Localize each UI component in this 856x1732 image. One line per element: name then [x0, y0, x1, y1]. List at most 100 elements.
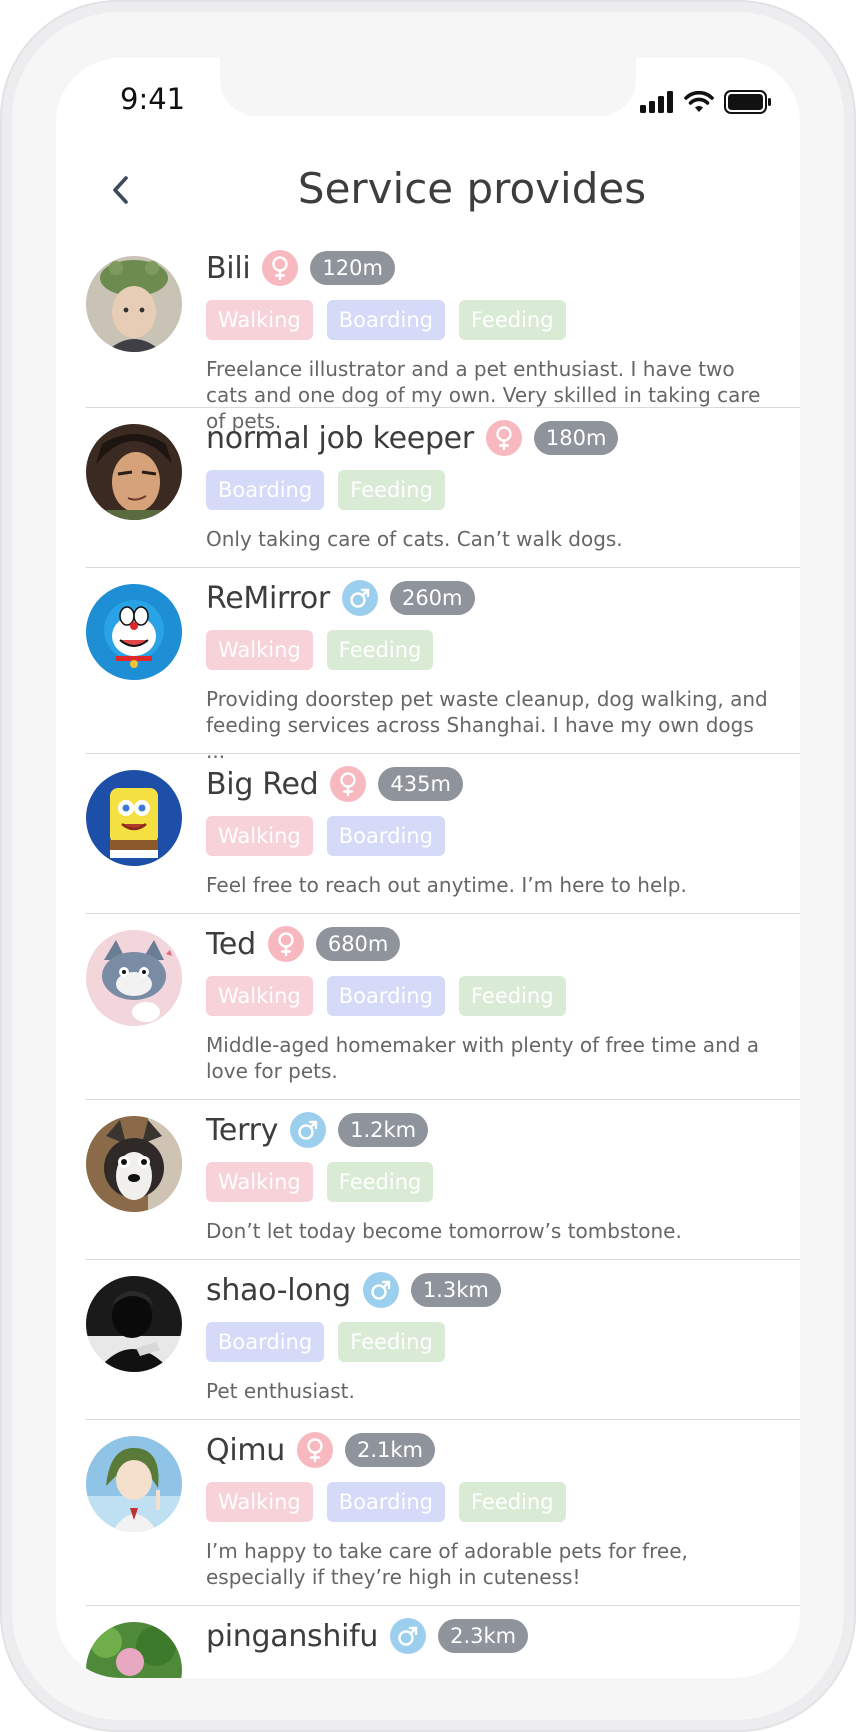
provider-name: Ted — [206, 926, 256, 962]
provider-description: Only taking care of cats. Can’t walk dog… — [206, 527, 623, 551]
male-icon — [390, 1618, 427, 1654]
name-row: Bili 120m — [206, 246, 800, 290]
female-icon — [485, 420, 522, 456]
provider-description: Don’t let today become tomorrow’s tombst… — [206, 1219, 682, 1243]
name-row: shao-long 1.3km — [206, 1268, 800, 1312]
status-time: 9:41 — [120, 82, 186, 116]
provider-name: pinganshifu — [206, 1618, 379, 1654]
provider-card[interactable]: Terry 1.2km Walking Feeding Don’t let to… — [86, 1100, 800, 1260]
notch — [220, 58, 636, 116]
service-tags: Walking Feeding — [206, 630, 800, 670]
tag-walking: Walking — [206, 976, 313, 1016]
tag-feeding: Feeding — [458, 976, 566, 1016]
avatar — [86, 1622, 182, 1678]
service-tags: Walking Boarding Feeding — [206, 300, 800, 340]
tag-feeding: Feeding — [338, 470, 445, 510]
service-tags: Walking Feeding — [206, 1162, 800, 1202]
avatar — [86, 256, 182, 352]
avatar — [86, 424, 182, 520]
female-icon — [330, 766, 367, 802]
tag-boarding: Boarding — [206, 1322, 325, 1362]
provider-description: Feel free to reach out anytime. I’m here… — [206, 873, 687, 897]
distance-badge: 2.3km — [438, 1619, 529, 1653]
tag-boarding: Boarding — [326, 976, 445, 1016]
name-row: Big Red 435m — [206, 762, 800, 806]
tag-feeding: Feeding — [458, 1482, 566, 1522]
female-icon — [297, 1432, 333, 1468]
name-row: Terry 1.2km — [206, 1108, 800, 1152]
provider-name: Bili — [206, 250, 251, 286]
distance-badge: 260m — [389, 581, 475, 615]
avatar — [86, 1116, 182, 1212]
page-title: Service provides — [297, 164, 647, 213]
distance-badge: 2.1km — [345, 1433, 436, 1467]
provider-name: Terry — [206, 1112, 279, 1148]
name-row: normal job keeper 180m — [206, 416, 800, 460]
tag-feeding: Feeding — [458, 300, 566, 340]
signal-icon — [640, 91, 673, 113]
tag-walking: Walking — [206, 816, 313, 856]
name-row: Qimu 2.1km — [206, 1428, 800, 1472]
tag-boarding: Boarding — [326, 300, 445, 340]
tag-boarding: Boarding — [206, 470, 325, 510]
provider-card[interactable]: normal job keeper 180m Boarding Feeding … — [86, 408, 800, 568]
distance-badge: 1.3km — [410, 1273, 501, 1307]
avatar — [86, 584, 182, 680]
name-row: Ted 680m — [206, 922, 800, 966]
female-icon — [262, 250, 299, 286]
provider-info: Bili 120m Walking Boarding Feeding Freel… — [206, 238, 800, 434]
service-tags: Boarding Feeding — [206, 1322, 800, 1362]
provider-list: Bili 120m Walking Boarding Feeding Freel… — [86, 238, 800, 1678]
service-tags: Boarding Feeding — [206, 470, 800, 510]
tag-walking: Walking — [206, 1482, 313, 1522]
tag-feeding: Feeding — [338, 1322, 445, 1362]
avatar — [86, 930, 182, 1026]
name-row: ReMirror 260m — [206, 576, 800, 620]
service-tags: Walking Boarding Feeding — [206, 976, 800, 1016]
provider-description: Providing doorstep pet waste cleanup, do… — [206, 687, 768, 763]
provider-info: ReMirror 260m Walking Feeding Providing … — [206, 568, 800, 764]
tag-walking: Walking — [206, 300, 313, 340]
provider-info: Big Red 435m Walking Boarding Feel free … — [206, 754, 800, 898]
distance-badge: 435m — [378, 767, 463, 801]
avatar — [86, 770, 182, 866]
distance-badge: 120m — [310, 251, 395, 285]
wifi-icon — [684, 91, 714, 112]
provider-info: Qimu 2.1km Walking Boarding Feeding I’m … — [206, 1420, 800, 1590]
tag-walking: Walking — [206, 1162, 313, 1202]
provider-card[interactable]: Ted 680m Walking Boarding Feeding Middle… — [86, 914, 800, 1100]
male-icon — [290, 1112, 327, 1148]
status-icons — [640, 90, 772, 114]
provider-card[interactable]: ReMirror 260m Walking Feeding Providing … — [86, 568, 800, 763]
provider-card[interactable]: shao-long 1.3km Boarding Feeding Pet ent… — [86, 1260, 800, 1420]
provider-name: Qimu — [206, 1432, 285, 1468]
tag-walking: Walking — [206, 630, 313, 670]
male-icon — [341, 580, 378, 616]
provider-description: I’m happy to take care of adorable pets … — [206, 1539, 688, 1589]
provider-name: Big Red — [206, 766, 319, 802]
distance-badge: 680m — [315, 927, 401, 961]
avatar — [86, 1276, 182, 1372]
app-screen: 9:41 Service provides Bili 120m Walking … — [56, 58, 800, 1678]
tag-boarding: Boarding — [326, 1482, 445, 1522]
name-row: pinganshifu 2.3km — [206, 1614, 800, 1658]
provider-card[interactable]: Bili 120m Walking Boarding Feeding Freel… — [86, 238, 800, 433]
provider-card[interactable]: Qimu 2.1km Walking Boarding Feeding I’m … — [86, 1420, 800, 1606]
female-icon — [267, 926, 304, 962]
provider-card[interactable]: Big Red 435m Walking Boarding Feel free … — [86, 754, 800, 914]
header: Service provides — [56, 158, 800, 238]
provider-info: Terry 1.2km Walking Feeding Don’t let to… — [206, 1100, 800, 1244]
provider-name: ReMirror — [206, 580, 330, 616]
tag-boarding: Boarding — [326, 816, 445, 856]
male-icon — [362, 1272, 399, 1308]
battery-icon — [724, 90, 771, 114]
distance-badge: 1.2km — [338, 1113, 429, 1147]
provider-card[interactable]: pinganshifu 2.3km — [86, 1606, 800, 1678]
service-tags: Walking Boarding Feeding — [206, 1482, 800, 1522]
service-tags: Walking Boarding — [206, 816, 800, 856]
provider-info: shao-long 1.3km Boarding Feeding Pet ent… — [206, 1260, 800, 1404]
tag-feeding: Feeding — [326, 1162, 434, 1202]
provider-description: Pet enthusiast. — [206, 1379, 355, 1403]
avatar — [86, 1436, 182, 1532]
provider-name: shao-long — [206, 1272, 351, 1308]
